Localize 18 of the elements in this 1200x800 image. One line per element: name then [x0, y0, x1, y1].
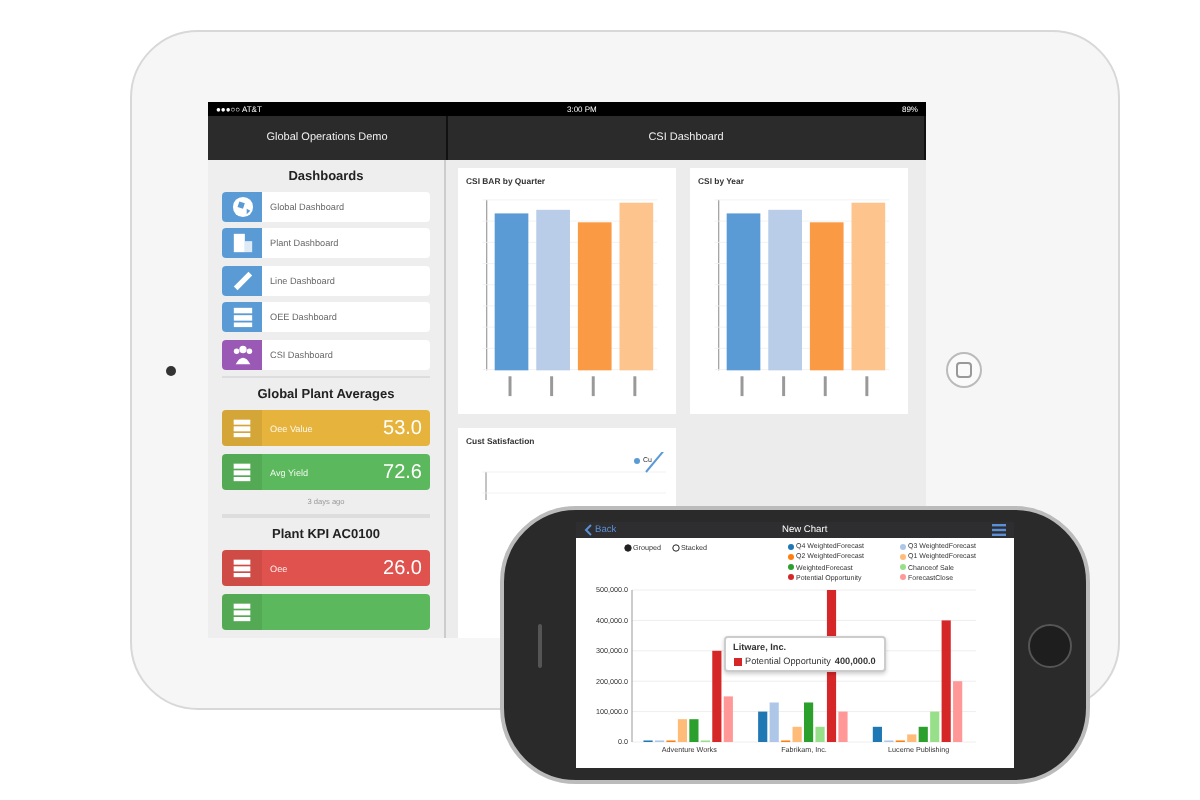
menu-icon[interactable] — [992, 524, 1007, 537]
speaker-icon — [537, 623, 542, 667]
ruler-icon — [231, 269, 253, 292]
metric-value: 26.0 — [383, 557, 422, 580]
building-icon — [231, 232, 253, 255]
server-icon — [232, 602, 252, 623]
globe-icon — [231, 195, 253, 218]
users-icon — [231, 343, 253, 366]
metric-value: 53.0 — [383, 417, 422, 440]
server-icon — [232, 462, 252, 483]
camera-icon — [165, 365, 175, 375]
server-icon — [231, 306, 253, 329]
server-icon — [232, 558, 252, 579]
metric-value: 72.6 — [383, 461, 422, 484]
chevron-left-icon — [583, 524, 592, 537]
server-icon — [232, 418, 252, 439]
home-button[interactable] — [946, 352, 982, 388]
home-button[interactable] — [1028, 623, 1073, 667]
